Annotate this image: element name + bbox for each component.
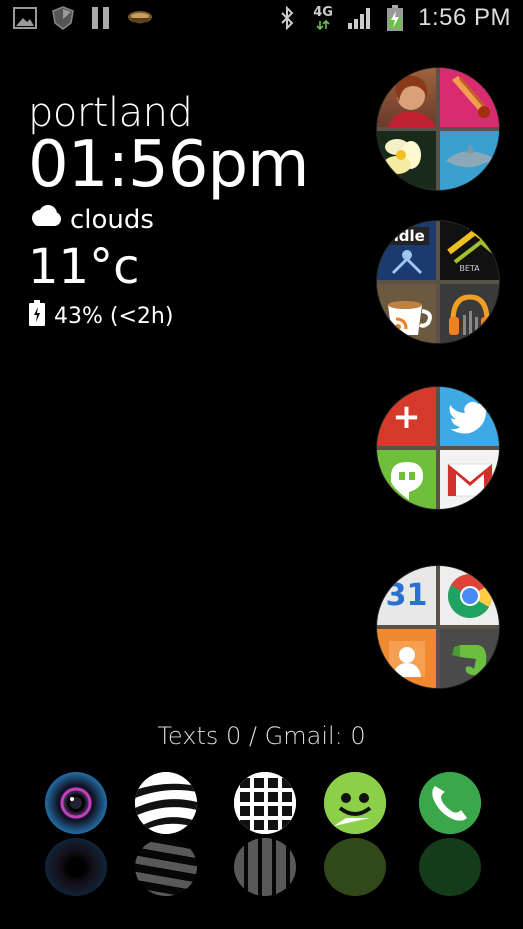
google-plus-app-icon[interactable]: + (377, 387, 436, 446)
media-folder[interactable]: ndle BETA (377, 221, 499, 343)
stripe-sphere-icon[interactable] (135, 772, 197, 834)
battery-row: 43% (<2h) (28, 299, 308, 333)
social-folder[interactable]: + (377, 387, 499, 509)
phone-icon[interactable] (419, 772, 481, 834)
gmail-app-icon[interactable] (440, 450, 499, 509)
battery-icon (28, 299, 46, 333)
beta-label: BETA (459, 264, 480, 273)
contacts-folder[interactable] (377, 68, 499, 190)
status-clock: 1:56 PM (418, 4, 511, 31)
signal-icon (346, 5, 372, 31)
app-drawer-reflection (234, 838, 296, 896)
kindle-label: ndle (384, 226, 429, 245)
camera-reflection (45, 838, 107, 896)
flower-photo-icon[interactable] (377, 131, 436, 190)
shield-icon (50, 5, 76, 31)
messaging-reflection (324, 838, 386, 896)
cloud-icon (28, 204, 62, 235)
temperature: 11°c (28, 239, 140, 295)
stripe-sphere-reflection (135, 838, 197, 896)
kindle-app-icon[interactable]: ndle (377, 221, 436, 280)
pause-icon (88, 5, 114, 31)
system-icons: 4G 1:56 PM (274, 4, 523, 32)
contact-photo-icon[interactable] (377, 68, 436, 127)
phone-reflection (419, 838, 481, 896)
weather-condition: clouds (70, 204, 154, 235)
weather-clock-widget[interactable]: portland 01:56pm clouds 11°c 43% (<2h) (28, 92, 309, 333)
contacts-app-icon[interactable] (377, 629, 436, 688)
battery-charging-icon (382, 5, 408, 31)
network-label: 4G (313, 5, 333, 20)
evernote-app-icon[interactable] (440, 629, 499, 688)
app-drawer-icon[interactable] (234, 772, 296, 834)
beta-app-icon[interactable]: BETA (440, 221, 499, 280)
music-app-icon[interactable] (440, 284, 499, 343)
chrome-app-icon[interactable] (440, 566, 499, 625)
brush-app-icon[interactable] (440, 68, 499, 127)
bowl-icon (126, 5, 152, 31)
google-plus-label: + (392, 396, 421, 437)
camera-icon[interactable] (45, 772, 107, 834)
weather-row: clouds (28, 204, 308, 235)
notification-icons (0, 5, 152, 31)
calendar-app-icon[interactable]: 31 (377, 566, 436, 625)
network-4g-icon: 4G (310, 5, 336, 31)
gallery-icon (12, 5, 38, 31)
calendar-label: 31 (385, 578, 428, 613)
battery-status: 43% (<2h) (54, 303, 174, 329)
google-folder[interactable]: 31 (377, 566, 499, 688)
clock-time: 01:56pm (28, 128, 309, 202)
dolphin-photo-icon[interactable] (440, 131, 499, 190)
messaging-icon[interactable] (324, 772, 386, 834)
hangouts-app-icon[interactable] (377, 450, 436, 509)
bluetooth-icon (274, 5, 300, 31)
rss-app-icon[interactable] (377, 284, 436, 343)
twitter-app-icon[interactable] (440, 387, 499, 446)
texts-gmail-counter: Texts 0 / Gmail: 0 (157, 722, 366, 750)
status-bar: 4G 1:56 PM (0, 0, 523, 36)
dock (0, 772, 523, 838)
